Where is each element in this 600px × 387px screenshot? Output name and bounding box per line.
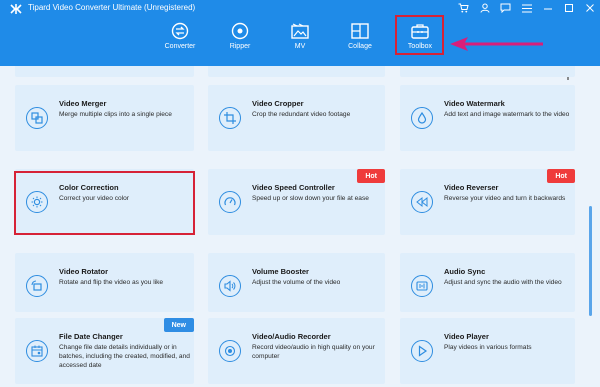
- tool-card-video-cropper[interactable]: Video Cropper Crop the redundant video fo…: [208, 85, 385, 151]
- cart-icon[interactable]: [453, 0, 474, 16]
- tab-ripper[interactable]: Ripper: [210, 18, 270, 58]
- tool-description: Crop the redundant video footage: [252, 111, 351, 118]
- tool-card-file-date-changer[interactable]: File Date Changer Change file date detail…: [15, 318, 194, 384]
- tool-description: Rotate and flip the video as you like: [59, 279, 164, 286]
- rotate-icon: [26, 275, 48, 297]
- play-icon: [411, 340, 433, 362]
- tool-card-video-merger[interactable]: Video Merger Merge multiple clips into a …: [15, 85, 194, 151]
- tool-description: Add text and image watermark to the vide…: [444, 111, 570, 118]
- new-badge: New: [163, 318, 194, 332]
- tool-card-video-player[interactable]: Video Player Play videos in various forma…: [400, 318, 575, 384]
- tool-card-volume-booster[interactable]: Volume Booster Adjust the volume of the v…: [208, 253, 385, 312]
- hot-badge: Hot: [357, 169, 385, 183]
- annotation-arrow-icon: [450, 37, 543, 51]
- main-nav: Converter Ripper MV Collage Toolbox: [150, 15, 450, 66]
- tool-description: Record video/audio in high quality on yo…: [252, 344, 375, 360]
- app-logo-icon: [10, 4, 22, 14]
- volume-icon: [219, 275, 241, 297]
- tool-description: Speed up or slow down your file at ease: [252, 195, 369, 202]
- tool-card-video-audio-recorder[interactable]: Video/Audio Recorder Record video/audio i…: [208, 318, 385, 384]
- account-icon[interactable]: [474, 0, 495, 16]
- tool-card-audio-sync[interactable]: Audio Sync Adjust and sync the audio with…: [400, 253, 575, 312]
- ripper-icon: [230, 22, 250, 40]
- tool-description: Reverse your video and turn it backwards: [444, 195, 566, 202]
- speed-icon: [219, 191, 241, 213]
- hot-badge: Hot: [547, 169, 575, 183]
- calendar-icon: [26, 340, 48, 362]
- tab-collage[interactable]: Collage: [330, 18, 390, 58]
- tab-ripper-label: Ripper: [229, 43, 251, 50]
- close-icon[interactable]: [579, 0, 600, 16]
- tab-converter-label: Converter: [164, 43, 196, 50]
- tool-card-video-speed-controller[interactable]: Video Speed Controller Speed up or slow d…: [208, 169, 385, 235]
- tool-title: Video Merger: [59, 99, 107, 108]
- tool-description: Play videos in various formats: [444, 344, 532, 351]
- tab-mv-label: MV: [294, 43, 306, 50]
- window-controls: [453, 0, 600, 16]
- reverse-icon: [411, 191, 433, 213]
- app-title: Tipard Video Converter Ultimate (Unregis…: [28, 3, 196, 12]
- color-correction-highlight-box: [14, 171, 195, 235]
- tool-title: Video Rotator: [59, 267, 109, 276]
- tool-title: Video Watermark: [444, 99, 505, 108]
- tool-title: Video/Audio Recorder: [252, 332, 331, 341]
- tool-card-video-watermark[interactable]: Video Watermark Add text and image waterm…: [400, 85, 575, 151]
- tool-title: Video Reverser: [444, 183, 499, 192]
- tool-description: Adjust the volume of the video: [252, 279, 341, 286]
- tool-title: File Date Changer: [59, 332, 123, 341]
- record-icon: [219, 340, 241, 362]
- menu-icon[interactable]: [516, 0, 537, 16]
- tool-title: Volume Booster: [252, 267, 309, 276]
- tool-description: Merge multiple clips into a single piece: [59, 111, 172, 118]
- audio-sync-icon: [411, 275, 433, 297]
- minimize-icon[interactable]: [537, 0, 558, 16]
- scrollbar[interactable]: [589, 206, 592, 316]
- crop-icon: [219, 107, 241, 129]
- watermark-icon: [411, 107, 433, 129]
- toolbox-panel: Video Merger Merge multiple clips into a …: [0, 66, 600, 387]
- mv-icon: [290, 22, 310, 40]
- tool-description: Change file date details individually or…: [59, 344, 190, 369]
- converter-icon: [170, 22, 190, 40]
- chat-icon[interactable]: [495, 0, 516, 16]
- tool-title: Video Speed Controller: [252, 183, 335, 192]
- tool-title: Video Cropper: [252, 99, 304, 108]
- tool-title: Audio Sync: [444, 267, 486, 276]
- tool-card-partial: [400, 66, 575, 77]
- toolbox-highlight-box: [395, 15, 444, 55]
- maximize-icon[interactable]: [558, 0, 579, 16]
- tab-converter[interactable]: Converter: [150, 18, 210, 58]
- tool-title: Video Player: [444, 332, 489, 341]
- tab-toolbox[interactable]: Toolbox: [390, 15, 450, 58]
- tool-description: Adjust and sync the audio with the video: [444, 279, 562, 286]
- merge-icon: [26, 107, 48, 129]
- tool-card-partial: [208, 66, 385, 77]
- tab-collage-label: Collage: [348, 43, 372, 50]
- tool-card-partial: [15, 66, 194, 77]
- tool-card-video-reverser[interactable]: Video Reverser Reverse your video and tur…: [400, 169, 575, 235]
- tool-card-video-rotator[interactable]: Video Rotator Rotate and flip the video a…: [15, 253, 194, 312]
- collage-icon: [350, 22, 370, 40]
- tab-mv[interactable]: MV: [270, 18, 330, 58]
- title-bar: Tipard Video Converter Ultimate (Unregis…: [0, 0, 600, 66]
